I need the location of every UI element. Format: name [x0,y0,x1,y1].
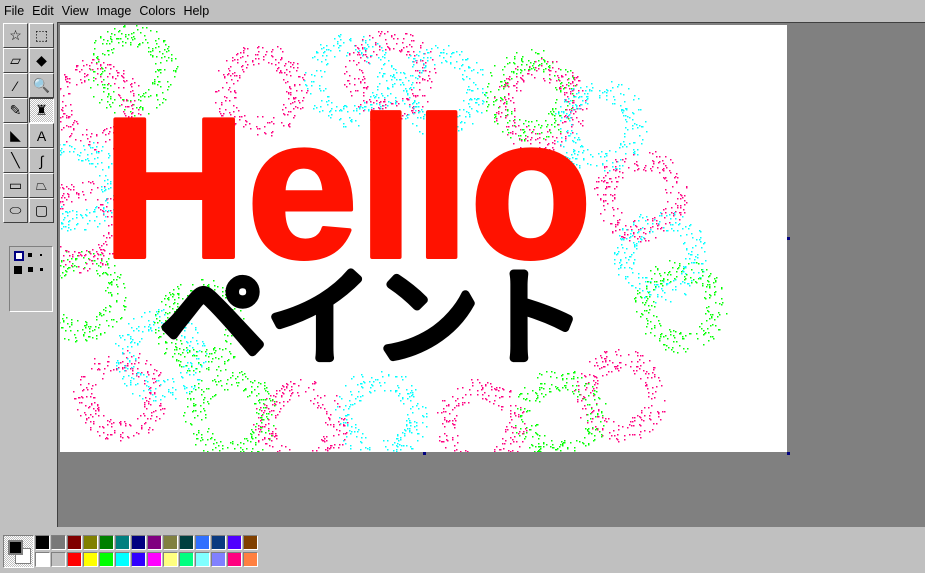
palette-swatch[interactable] [195,552,210,567]
palette-swatch[interactable] [163,552,178,567]
brush-size-option[interactable] [40,254,42,256]
tool-free-form-select[interactable]: ☆ [3,23,28,48]
curve-icon: ∫ [39,152,44,169]
tool-select[interactable]: ⬚ [29,23,54,48]
palette-swatch[interactable] [51,535,66,550]
menu-view[interactable]: View [62,4,89,18]
brush-size-option[interactable] [40,268,43,271]
line-icon: ╲ [11,152,20,168]
brush-size-option[interactable] [14,251,24,261]
toolbox: ☆ ⬚ ▱ ◆ ⁄ 🔍 ✎ ♜ ◣ A ╲ ∫ ▭ ⏢ ⬭ ▢ [3,22,56,527]
tool-fill-with-color[interactable]: ◆ [29,48,54,73]
menu-file[interactable]: File [4,4,24,18]
tool-pick-color[interactable]: ⁄ [3,73,28,98]
tool-curve[interactable]: ∫ [29,148,54,173]
resize-handle-right[interactable] [787,237,790,240]
palette-swatch[interactable] [35,535,50,550]
tool-polygon[interactable]: ⏢ [29,173,54,198]
menu-edit[interactable]: Edit [32,4,54,18]
palette-swatch[interactable] [115,552,130,567]
drawing-canvas[interactable]: Hello ペイント [29,24,787,473]
tool-rounded-rectangle[interactable]: ▢ [29,198,54,223]
palette-swatch[interactable] [243,535,258,550]
palette-swatch[interactable] [67,552,82,567]
palette-swatch[interactable] [211,552,226,567]
tool-line[interactable]: ╲ [3,148,28,173]
airbrush-icon: ◣ [10,127,21,143]
palette-swatch[interactable] [147,535,162,550]
tool-pencil[interactable]: ✎ [3,98,28,123]
menu-bar: File Edit View Image Colors Help [0,0,925,21]
palette-swatch[interactable] [195,535,210,550]
palette-swatch[interactable] [51,552,66,567]
eraser-icon: ▱ [10,52,21,68]
painted-katakana: ペイント [160,258,585,380]
ellipse-icon: ⬭ [9,202,22,218]
current-colors [3,535,34,568]
rounded-rectangle-icon: ▢ [34,202,49,218]
brush-size-options[interactable] [9,246,53,312]
tool-brush[interactable]: ♜ [29,98,54,123]
palette-swatch[interactable] [35,552,50,567]
menu-help[interactable]: Help [183,4,209,18]
palette-swatch[interactable] [83,535,98,550]
palette-swatch[interactable] [67,535,82,550]
foreground-color-swatch [8,540,23,555]
palette-swatch[interactable] [179,535,194,550]
brush-size-option[interactable] [28,253,32,257]
brush-size-option[interactable] [28,267,33,272]
select-icon: ⬚ [34,27,49,43]
tool-ellipse[interactable]: ⬭ [3,198,28,223]
tool-eraser[interactable]: ▱ [3,48,28,73]
rectangle-icon: ▭ [8,177,23,193]
free-form-select-icon: ☆ [9,27,22,43]
menu-colors[interactable]: Colors [139,4,175,18]
text-icon: A [36,127,47,144]
tool-magnifier[interactable]: 🔍 [29,73,54,98]
palette-swatch[interactable] [99,552,114,567]
palette-swatch[interactable] [147,552,162,567]
palette-swatch[interactable] [83,552,98,567]
fill-with-color-icon: ◆ [36,52,47,68]
tool-airbrush[interactable]: ◣ [3,123,28,148]
pencil-icon: ✎ [9,102,22,118]
polygon-icon: ⏢ [35,177,48,193]
magnifier-icon: 🔍 [32,77,51,93]
resize-handle-bottom[interactable] [423,452,426,455]
color-palette [3,535,263,570]
palette-swatch[interactable] [243,552,258,567]
menu-image[interactable]: Image [97,4,132,18]
palette-swatch[interactable] [227,552,242,567]
tool-rectangle[interactable]: ▭ [3,173,28,198]
palette-swatch[interactable] [163,535,178,550]
canvas-drawing: Hello ペイント [29,24,728,473]
brush-size-option[interactable] [14,266,22,274]
palette-swatch[interactable] [131,552,146,567]
brush-icon: ♜ [35,102,48,118]
palette-swatch[interactable] [211,535,226,550]
workspace: Hello ペイント [29,22,925,527]
palette-swatch[interactable] [99,535,114,550]
palette-swatch[interactable] [179,552,194,567]
palette-swatch[interactable] [227,535,242,550]
palette-swatch[interactable] [131,535,146,550]
tool-text[interactable]: A [29,123,54,148]
palette-swatch[interactable] [115,535,130,550]
pick-color-icon: ⁄ [14,77,17,94]
resize-handle-corner[interactable] [787,452,790,455]
